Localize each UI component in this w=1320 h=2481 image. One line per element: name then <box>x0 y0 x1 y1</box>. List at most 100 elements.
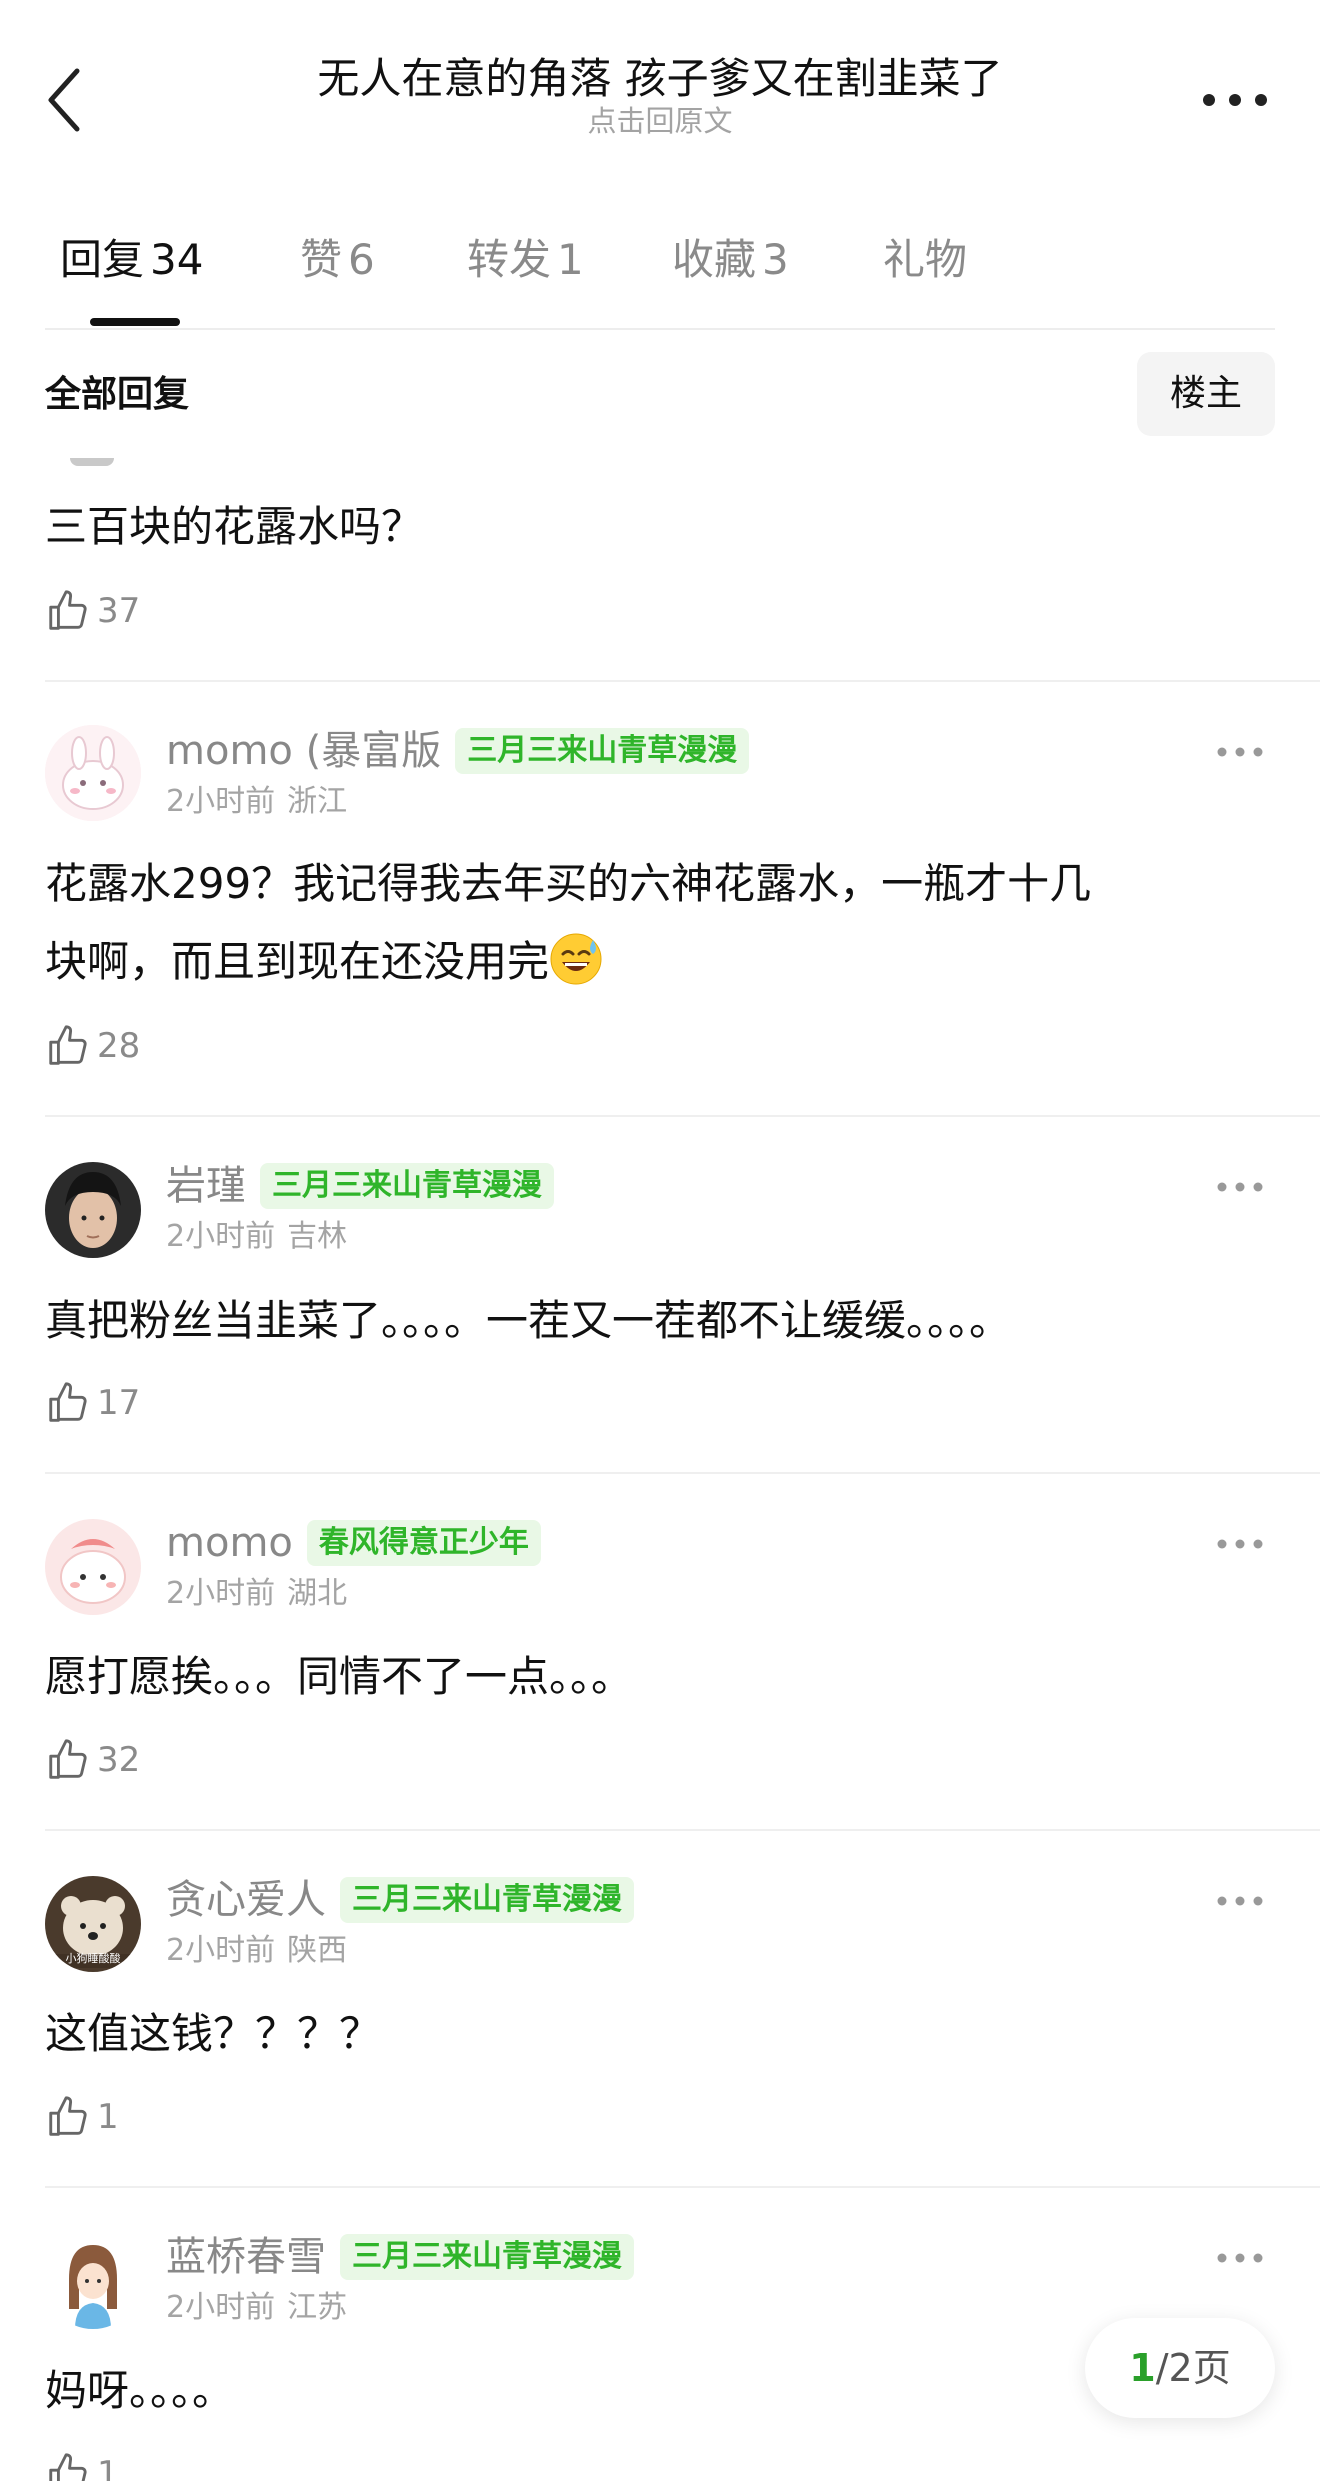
tab-likes[interactable]: 赞6 <box>300 230 375 290</box>
avatar-image <box>45 725 141 821</box>
like-count: 32 <box>97 1740 141 1780</box>
user-info: momo 春风得意正少年 <box>166 1515 541 1571</box>
thumbs-up-icon <box>49 1025 87 1065</box>
tab-reposts[interactable]: 转发 1 <box>467 230 584 290</box>
comment-text-line: 块啊，而且到现在还没用完 <box>45 923 1275 1001</box>
user-info: 蓝桥春雪 三月三来山青草漫漫 <box>166 2229 634 2285</box>
comment-meta: 2小时前 浙江 <box>166 782 347 822</box>
more-dots-icon <box>1217 1539 1263 1549</box>
avatar-image <box>45 2233 141 2329</box>
user-info: 岩瑾 三月三来山青草漫漫 <box>166 1158 554 1214</box>
comment-text: 三百块的花露水吗？ <box>45 502 424 551</box>
timestamp: 2小时前 <box>166 1576 276 1611</box>
fan-badge[interactable]: 三月三来山青草漫漫 <box>455 728 750 774</box>
back-button[interactable] <box>40 60 90 140</box>
thumbs-up-icon <box>49 1382 87 1422</box>
tab-favorites[interactable]: 收藏 3 <box>672 230 789 290</box>
timestamp: 2小时前 <box>166 2290 276 2325</box>
more-dots-icon <box>1217 2253 1263 2263</box>
avatar-image <box>45 1519 141 1615</box>
fan-badge[interactable]: 三月三来山青草漫漫 <box>340 1877 634 1923</box>
tab-count: 3 <box>762 235 789 284</box>
avatar[interactable] <box>45 1519 141 1615</box>
current-page: 1 <box>1129 2346 1156 2390</box>
owner-only-button[interactable]: 楼主 <box>1137 352 1275 436</box>
tab-bar: 回复 34 赞6 转发 1 收藏 3 礼物 <box>0 200 1320 330</box>
sweat-smile-emoji-icon <box>550 933 602 985</box>
comment-more-button[interactable] <box>1205 732 1275 772</box>
thumbs-up-icon <box>49 590 87 630</box>
tab-count: 6 <box>348 235 375 284</box>
divider <box>45 328 1275 330</box>
page-indicator-button[interactable]: 1/2页 <box>1085 2318 1275 2418</box>
avatar-caption: 小狗睡酸酸 <box>65 1952 121 1965</box>
more-options-button[interactable] <box>1200 80 1270 120</box>
filter-row: 全部回复 楼主 <box>0 350 1320 440</box>
like-button[interactable]: 17 <box>45 1373 140 1433</box>
tab-label: 礼物 <box>883 235 968 284</box>
thumbs-up-icon <box>49 2453 87 2481</box>
comment-more-button[interactable] <box>1205 1524 1275 1564</box>
comment-meta: 2小时前 吉林 <box>166 1217 347 1257</box>
divider <box>45 1829 1320 1831</box>
comment-text: 愿打愿挨。。。同情不了一点。。。 <box>45 1652 634 1701</box>
tab-replies[interactable]: 回复 34 <box>60 230 203 290</box>
username[interactable]: 贪心爱人 <box>166 1872 326 1928</box>
comment-meta: 2小时前 湖北 <box>166 1574 347 1614</box>
like-count: 1 <box>97 2454 119 2481</box>
username[interactable]: 蓝桥春雪 <box>166 2229 326 2285</box>
total-pages: /2页 <box>1155 2346 1231 2390</box>
tab-label: 回复 <box>60 235 145 284</box>
user-info: 贪心爱人 三月三来山青草漫漫 <box>166 1872 634 1928</box>
timestamp: 2小时前 <box>166 784 276 819</box>
avatar[interactable] <box>45 1162 141 1258</box>
avatar[interactable] <box>45 2233 141 2329</box>
fan-badge[interactable]: 三月三来山青草漫漫 <box>260 1163 554 1209</box>
like-button[interactable]: 1 <box>45 2087 119 2147</box>
comment-more-button[interactable] <box>1205 1881 1275 1921</box>
tab-label: 收藏 <box>672 235 757 284</box>
location: 吉林 <box>287 1219 348 1254</box>
like-button[interactable]: 32 <box>45 1730 140 1790</box>
comment-more-button[interactable] <box>1205 2238 1275 2278</box>
header-title-block[interactable]: 无人在意的角落 孩子爹又在割韭菜了 点击回原文 <box>200 48 1120 138</box>
divider <box>45 1472 1320 1474</box>
page-title: 无人在意的角落 孩子爹又在割韭菜了 <box>317 54 1003 103</box>
top-bar: 无人在意的角落 孩子爹又在割韭菜了 点击回原文 <box>0 0 1320 170</box>
comment-text-span: 块啊，而且到现在还没用完 <box>45 937 550 986</box>
like-button[interactable]: 1 <box>45 2444 119 2481</box>
comment-text: 这值这钱？？？？ <box>45 2009 382 2058</box>
like-count: 28 <box>97 1026 141 1066</box>
like-count: 37 <box>97 591 141 631</box>
timestamp: 2小时前 <box>166 1933 276 1968</box>
username[interactable]: momo <box>166 1515 293 1571</box>
fan-badge[interactable]: 春风得意正少年 <box>306 1520 541 1566</box>
like-count: 1 <box>97 2097 119 2137</box>
chevron-left-icon <box>48 68 80 132</box>
fan-badge[interactable]: 三月三来山青草漫漫 <box>340 2234 634 2280</box>
divider <box>45 680 1320 682</box>
comment-more-button[interactable] <box>1205 1167 1275 1207</box>
comment-meta: 2小时前 陕西 <box>166 1931 347 1971</box>
like-button[interactable]: 37 <box>45 581 140 641</box>
divider <box>45 1115 1320 1117</box>
avatar[interactable]: 小狗睡酸酸 <box>45 1876 141 1972</box>
comment-text-line: 花露水299？我记得我去年买的六神花露水，一瓶才十几 <box>45 859 1092 908</box>
tab-count: 34 <box>150 235 204 284</box>
comment-text: 真把粉丝当韭菜了。。。。一茬又一茬都不让缓缓。。。。 <box>45 1296 1012 1345</box>
more-dots-icon <box>1217 747 1263 757</box>
location: 江苏 <box>287 2290 348 2325</box>
comment-meta: 2小时前 江苏 <box>166 2288 347 2328</box>
timestamp: 2小时前 <box>166 1219 276 1254</box>
tab-gifts[interactable]: 礼物 <box>883 230 967 290</box>
avatar <box>70 458 114 466</box>
tab-count: 1 <box>557 235 584 284</box>
tab-label: 赞 <box>300 235 343 284</box>
username[interactable]: momo (暴富版 <box>166 723 441 779</box>
avatar[interactable] <box>45 725 141 821</box>
username[interactable]: 岩瑾 <box>166 1158 246 1214</box>
location: 陕西 <box>287 1933 348 1968</box>
like-button[interactable]: 28 <box>45 1016 140 1076</box>
avatar-image <box>45 1162 141 1258</box>
comment-text: 花露水299？我记得我去年买的六神花露水，一瓶才十几 块啊，而且到现在还没用完 <box>45 845 1275 1001</box>
